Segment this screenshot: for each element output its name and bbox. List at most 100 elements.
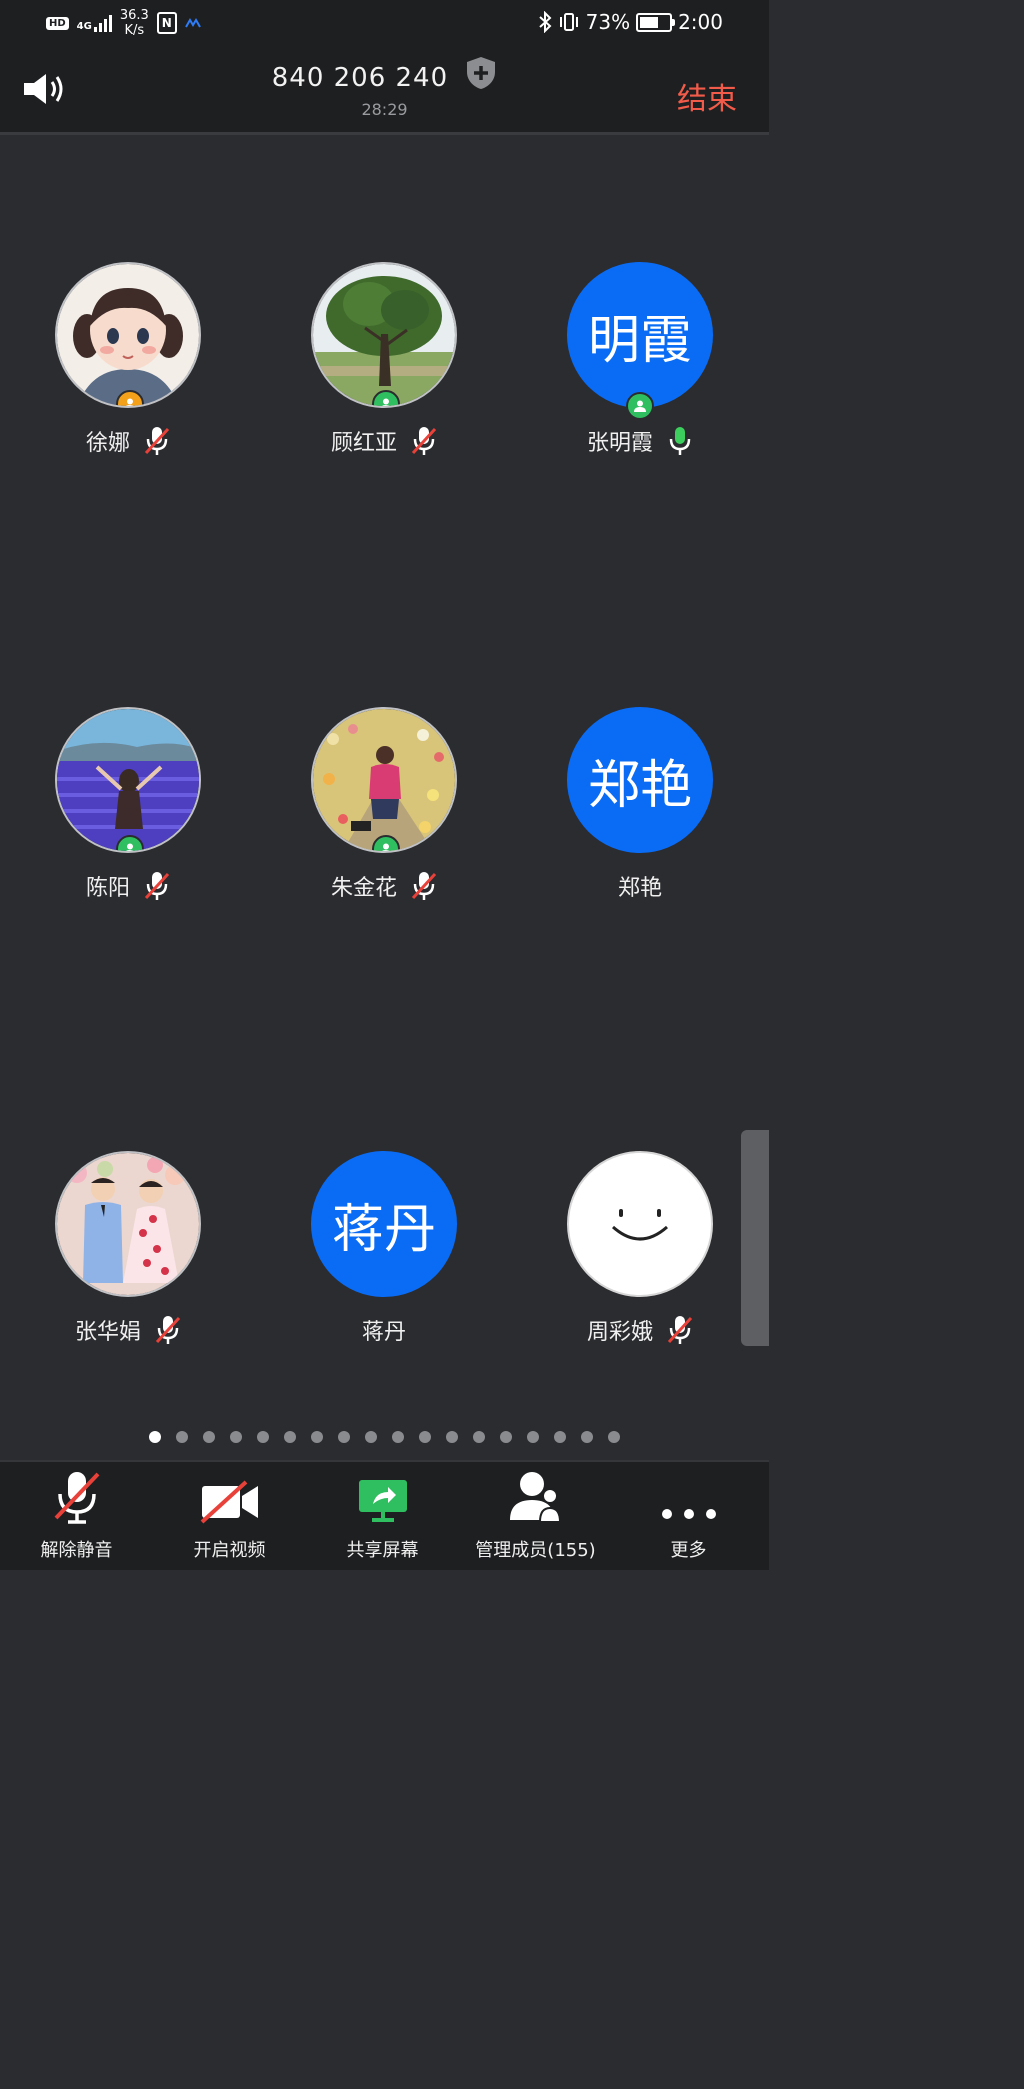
nfc-icon: N xyxy=(156,12,177,34)
participant-name: 郑艳 xyxy=(617,876,662,901)
bluetooth-icon xyxy=(538,11,552,33)
notification-icon xyxy=(184,18,201,28)
meeting-id: 840 206 240 xyxy=(271,63,449,93)
page-dot[interactable] xyxy=(608,1431,620,1443)
side-scroll-handle[interactable] xyxy=(741,1130,769,1346)
clock: 2:00 xyxy=(678,10,723,34)
page-dot[interactable] xyxy=(581,1431,593,1443)
share-screen-icon xyxy=(358,1480,407,1522)
mic-muted-icon xyxy=(411,427,437,455)
participant-tile[interactable]: 明霞 张明霞 xyxy=(540,262,740,458)
avatar xyxy=(55,262,201,408)
participant-tile[interactable]: 陈阳 xyxy=(28,707,228,903)
participant-tile[interactable]: 郑艳 郑艳 xyxy=(540,707,740,903)
members-icon xyxy=(509,1472,561,1523)
participant-tile[interactable]: 蒋丹 蒋丹 xyxy=(284,1151,484,1347)
page-dot[interactable] xyxy=(473,1431,485,1443)
meeting-timer: 28:29 xyxy=(361,100,408,119)
name-line: 顾红亚 xyxy=(284,424,484,458)
smiley-face-avatar xyxy=(612,1209,668,1241)
lavender-field-photo-avatar xyxy=(57,709,199,851)
avatar xyxy=(567,1151,713,1297)
page-dot[interactable] xyxy=(554,1431,566,1443)
unmute-button[interactable]: 解除静音 xyxy=(0,1462,153,1570)
page-dot[interactable] xyxy=(338,1431,350,1443)
name-line: 郑艳 xyxy=(540,869,740,903)
page-dot[interactable] xyxy=(500,1431,512,1443)
page-dot[interactable] xyxy=(446,1431,458,1443)
page-dot[interactable] xyxy=(311,1431,323,1443)
end-meeting-button[interactable]: 结束 xyxy=(677,74,737,118)
flower-field-photo-avatar xyxy=(313,709,455,851)
girl-illustration-avatar xyxy=(57,264,199,406)
name-line: 张华娟 xyxy=(28,1313,228,1347)
page-dot[interactable] xyxy=(365,1431,377,1443)
more-button[interactable]: 更多 xyxy=(612,1462,765,1570)
meeting-info: 840 206 240 28:29 xyxy=(0,56,769,119)
security-shield-icon[interactable] xyxy=(465,56,497,94)
hd-indicator: HD xyxy=(46,16,69,30)
page-dot[interactable] xyxy=(176,1431,188,1443)
participant-name: 陈阳 xyxy=(85,876,130,901)
participant-name: 朱金花 xyxy=(330,876,397,901)
more-dots-icon xyxy=(661,1509,716,1519)
share-screen-button[interactable]: 共享屏幕 xyxy=(306,1462,459,1570)
page-dot[interactable] xyxy=(203,1431,215,1443)
mic-active-icon xyxy=(669,427,691,455)
participant-tile[interactable]: 顾红亚 xyxy=(284,262,484,458)
participant-name: 蒋丹 xyxy=(361,1320,406,1345)
battery-fill xyxy=(640,16,659,28)
start-video-label: 开启视频 xyxy=(193,1540,266,1561)
network-indicator: 4G xyxy=(77,14,112,32)
mic-muted-icon xyxy=(144,872,170,900)
speed-unit: K/s xyxy=(124,23,145,38)
page-dot[interactable] xyxy=(257,1431,269,1443)
page-dot[interactable] xyxy=(419,1431,431,1443)
status-left: HD 4G 36.3 K/s N xyxy=(46,8,201,38)
mic-muted-icon xyxy=(155,1316,181,1344)
name-line: 陈阳 xyxy=(28,869,228,903)
avatar-initials: 明霞 xyxy=(567,262,713,408)
participant-tile[interactable]: 周彩娥 xyxy=(540,1151,740,1347)
participant-name: 张华娟 xyxy=(74,1320,141,1345)
more-label: 更多 xyxy=(670,1540,707,1561)
page-dot[interactable] xyxy=(284,1431,296,1443)
participant-tile[interactable]: 徐娜 xyxy=(28,262,228,458)
avatar xyxy=(311,707,457,853)
battery-icon xyxy=(636,12,676,32)
page-dot[interactable] xyxy=(149,1431,161,1443)
meeting-header: 840 206 240 28:29 结束 xyxy=(0,48,769,135)
battery-percent: 73% xyxy=(585,10,631,34)
name-line: 周彩娥 xyxy=(540,1313,740,1347)
participant-tile[interactable]: 张华娟 xyxy=(28,1151,228,1347)
name-line: 蒋丹 xyxy=(284,1313,484,1347)
children-photo-avatar xyxy=(57,1153,199,1295)
unmute-label: 解除静音 xyxy=(40,1540,113,1561)
start-video-button[interactable]: 开启视频 xyxy=(153,1462,306,1570)
avatar xyxy=(311,262,457,408)
manage-members-label: 管理成员(155) xyxy=(475,1540,596,1561)
status-right: 73% 2:00 xyxy=(538,10,723,34)
avatar-initials: 蒋丹 xyxy=(311,1151,457,1297)
user-icon xyxy=(125,398,135,406)
status-bar: HD 4G 36.3 K/s N 73% 2:00 xyxy=(0,0,769,48)
page-indicator[interactable] xyxy=(0,1431,769,1443)
user-icon xyxy=(125,843,135,851)
mic-muted-icon xyxy=(144,427,170,455)
user-icon xyxy=(634,400,646,412)
avatar xyxy=(55,1151,201,1297)
user-icon xyxy=(381,398,391,406)
manage-members-button[interactable]: 管理成员(155) xyxy=(459,1462,612,1570)
page-dot[interactable] xyxy=(230,1431,242,1443)
participant-name: 徐娜 xyxy=(85,431,130,456)
participant-tile[interactable]: 朱金花 xyxy=(284,707,484,903)
network-label: 4G xyxy=(76,21,92,32)
network-speed: 36.3 K/s xyxy=(120,8,149,38)
tree-photo-avatar xyxy=(313,264,455,406)
participant-name: 顾红亚 xyxy=(330,431,397,456)
mic-muted-icon xyxy=(667,1316,693,1344)
page-dot[interactable] xyxy=(392,1431,404,1443)
mic-muted-icon xyxy=(411,872,437,900)
page-dot[interactable] xyxy=(527,1431,539,1443)
name-line: 张明霞 xyxy=(540,424,740,458)
